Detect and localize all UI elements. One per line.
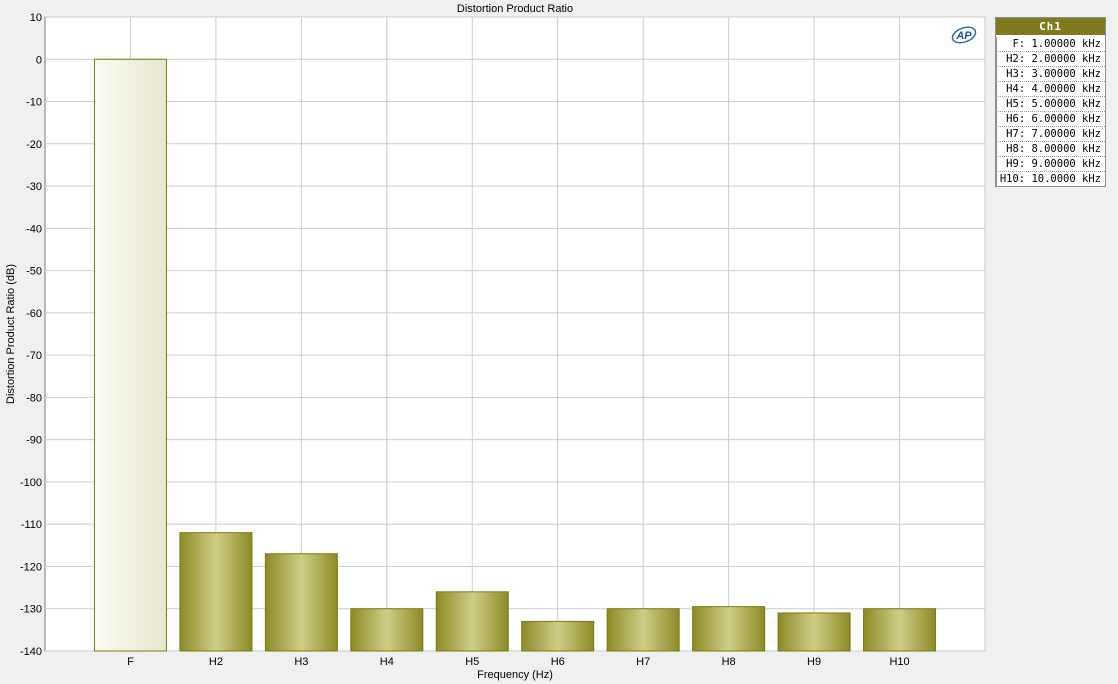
legend-row: H10: 10.0000 kHz bbox=[996, 172, 1105, 186]
y-tick-label: -140 bbox=[20, 646, 42, 658]
bar-h3 bbox=[264, 553, 338, 652]
legend-row: H2: 2.00000 kHz bbox=[996, 52, 1105, 67]
y-tick-label: -70 bbox=[26, 350, 42, 362]
legend-row: H9: 9.00000 kHz bbox=[996, 157, 1105, 172]
bar-h4 bbox=[350, 608, 424, 652]
legend-row: H6: 6.00000 kHz bbox=[996, 112, 1105, 127]
ap-logo-text: AP bbox=[955, 30, 972, 42]
legend-header: Ch1 bbox=[996, 18, 1105, 37]
y-tick-label: -40 bbox=[26, 223, 42, 235]
legend-row: H5: 5.00000 kHz bbox=[996, 97, 1105, 112]
legend-row: F: 1.00000 kHz bbox=[996, 37, 1105, 52]
y-tick-label: 10 bbox=[30, 12, 42, 24]
ap-logo-icon: AP bbox=[951, 26, 977, 44]
y-tick-label: -110 bbox=[21, 519, 42, 531]
y-ticks: 10 0 -10 -20 -30 -40 -50 -60 -70 -80 -90 -100 -110 -1… bbox=[20, 12, 42, 658]
y-tick-label: -100 bbox=[20, 477, 42, 489]
y-tick-label: -60 bbox=[26, 308, 42, 320]
y-tick-label: -120 bbox=[20, 561, 42, 573]
chart: 10 0 -10 -20 -30 -40 -50 -60 -70 -80 -90 -100 -110 -1… bbox=[5, 3, 986, 681]
x-tick-label: H6 bbox=[551, 656, 565, 668]
bar-f bbox=[93, 58, 167, 652]
legend-row: H3: 3.00000 kHz bbox=[996, 67, 1105, 82]
bar-h10 bbox=[863, 608, 937, 652]
legend: Ch1 F: 1.00000 kHz H2: 2.00000 kHz H3: 3.0… bbox=[995, 17, 1106, 187]
legend-row: H4: 4.00000 kHz bbox=[996, 82, 1105, 97]
y-axis-label: Distortion Product Ratio (dB) bbox=[5, 264, 17, 404]
bar-h5 bbox=[435, 591, 509, 652]
bar-h6 bbox=[521, 620, 595, 652]
bar-h9 bbox=[777, 612, 851, 652]
bar-h7 bbox=[606, 608, 680, 652]
x-ticks: F H2 H3 H4 H5 H6 H7 H8 H9 H10 bbox=[127, 656, 910, 668]
x-axis-label: Frequency (Hz) bbox=[477, 669, 553, 681]
legend-rows: F: 1.00000 kHz H2: 2.00000 kHz H3: 3.00000… bbox=[996, 37, 1105, 186]
x-tick-label: H7 bbox=[636, 656, 650, 668]
legend-row: H8: 8.00000 kHz bbox=[996, 142, 1105, 157]
bar-h2 bbox=[179, 532, 253, 652]
x-tick-label: H3 bbox=[294, 656, 308, 668]
y-tick-label: -10 bbox=[26, 97, 42, 109]
x-tick-label: F bbox=[127, 656, 134, 668]
bar-h8 bbox=[692, 606, 766, 652]
x-tick-label: H5 bbox=[465, 656, 479, 668]
y-tick-label: -80 bbox=[26, 392, 42, 404]
x-tick-label: H4 bbox=[380, 656, 394, 668]
x-tick-label: H9 bbox=[807, 656, 821, 668]
y-tick-label: 0 bbox=[36, 54, 42, 66]
y-tick-label: -30 bbox=[26, 181, 42, 193]
x-tick-label: H2 bbox=[209, 656, 223, 668]
chart-title: Distortion Product Ratio bbox=[457, 3, 573, 15]
legend-row: H7: 7.00000 kHz bbox=[996, 127, 1105, 142]
x-tick-label: H8 bbox=[722, 656, 736, 668]
y-tick-label: -20 bbox=[26, 139, 42, 151]
x-tick-label: H10 bbox=[889, 656, 909, 668]
y-tick-label: -90 bbox=[26, 435, 42, 447]
y-tick-label: -130 bbox=[20, 604, 42, 616]
y-tick-label: -50 bbox=[26, 266, 42, 278]
